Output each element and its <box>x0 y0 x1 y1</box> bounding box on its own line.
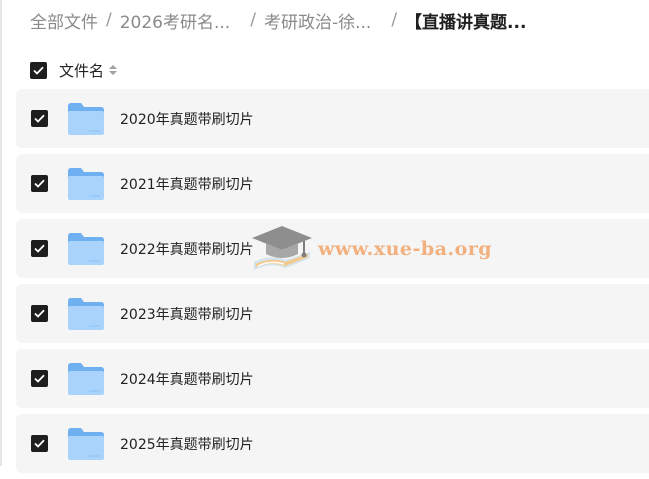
folder-icon <box>68 232 104 265</box>
row-checkbox[interactable] <box>31 240 48 257</box>
left-panel-border <box>0 0 2 466</box>
file-name[interactable]: 2022年真题带刷切片 <box>120 239 254 259</box>
folder-icon <box>68 362 104 395</box>
row-checkbox[interactable] <box>31 370 48 387</box>
breadcrumb-item-all-files[interactable]: 全部文件 <box>30 8 98 33</box>
file-name[interactable]: 2020年真题带刷切片 <box>120 109 254 129</box>
folder-icon <box>68 167 104 200</box>
sort-icon[interactable] <box>109 65 118 75</box>
check-icon <box>34 179 45 188</box>
file-row[interactable]: 2023年真题带刷切片 <box>16 284 649 343</box>
select-all-checkbox[interactable] <box>30 61 47 79</box>
check-icon <box>34 244 45 253</box>
file-name[interactable]: 2023年真题带刷切片 <box>120 304 254 324</box>
folder-icon <box>68 297 104 330</box>
check-icon <box>34 114 45 123</box>
breadcrumb-separator: / <box>391 10 398 30</box>
breadcrumb-item-folder-2[interactable]: 考研政治-徐... <box>264 8 371 33</box>
file-list-header: 文件名 <box>30 58 118 82</box>
check-icon <box>33 66 44 75</box>
row-checkbox[interactable] <box>31 175 48 192</box>
breadcrumb: 全部文件 / 2026考研名... / 考研政治-徐... / 【直播讲真题..… <box>30 8 527 33</box>
breadcrumb-separator: / <box>250 10 256 30</box>
folder-icon <box>68 427 104 460</box>
row-checkbox[interactable] <box>31 110 48 127</box>
column-header-filename[interactable]: 文件名 <box>59 60 104 81</box>
folder-icon <box>68 102 104 135</box>
check-icon <box>34 374 45 383</box>
breadcrumb-item-folder-1[interactable]: 2026考研名... <box>120 8 230 33</box>
row-checkbox[interactable] <box>31 305 48 322</box>
file-row[interactable]: 2020年真题带刷切片 <box>16 89 649 148</box>
breadcrumb-item-current: 【直播讲真题... <box>405 12 527 33</box>
check-icon <box>34 439 45 448</box>
file-name[interactable]: 2024年真题带刷切片 <box>120 369 254 389</box>
file-row[interactable]: 2025年真题带刷切片 <box>16 414 649 473</box>
file-row[interactable]: 2021年真题带刷切片 <box>16 154 649 213</box>
row-checkbox[interactable] <box>31 435 48 452</box>
breadcrumb-separator: / <box>106 10 112 30</box>
file-name[interactable]: 2021年真题带刷切片 <box>120 174 254 194</box>
file-row[interactable]: 2024年真题带刷切片 <box>16 349 649 408</box>
file-name[interactable]: 2025年真题带刷切片 <box>120 434 254 454</box>
file-list: 2020年真题带刷切片 2021年真题带刷切片 2022年真题带刷切片 2023… <box>16 89 649 479</box>
file-row[interactable]: 2022年真题带刷切片 <box>16 219 649 278</box>
check-icon <box>34 309 45 318</box>
